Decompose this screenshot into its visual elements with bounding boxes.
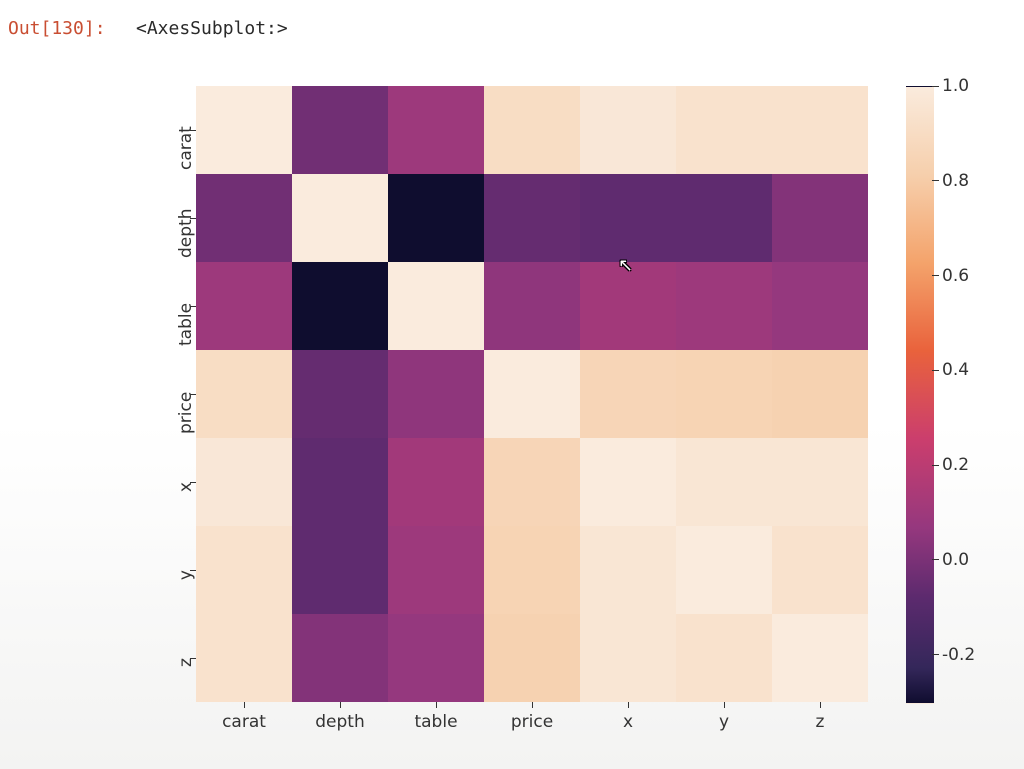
heatmap-cell (676, 526, 772, 614)
heatmap-cell (292, 614, 388, 702)
heatmap-cell (676, 614, 772, 702)
heatmap-cell (388, 262, 484, 350)
colorbar-tick-label: -0.2 (942, 645, 992, 665)
heatmap-cell (580, 262, 676, 350)
heatmap-cell (292, 86, 388, 174)
heatmap-cell (580, 614, 676, 702)
heatmap-cell (388, 350, 484, 438)
colorbar-tick (932, 559, 939, 560)
y-axis-label: carat (176, 130, 196, 170)
heatmap-cell (484, 174, 580, 262)
heatmap-cell (388, 174, 484, 262)
heatmap-cell (580, 86, 676, 174)
heatmap-cell (676, 350, 772, 438)
heatmap-cell (388, 614, 484, 702)
colorbar-tick (932, 465, 939, 466)
heatmap-cell (772, 262, 868, 350)
colorbar-tick (932, 654, 939, 655)
heatmap-cell (484, 262, 580, 350)
x-tick (724, 702, 725, 708)
x-tick (532, 702, 533, 708)
output-prompt: Out[130]: (8, 18, 106, 39)
x-axis-label: table (388, 712, 484, 732)
heatmap-cell (484, 438, 580, 526)
heatmap-cell (676, 86, 772, 174)
heatmap-cell (580, 526, 676, 614)
x-tick (436, 702, 437, 708)
y-axis-label: table (176, 306, 196, 346)
x-axis-label: y (676, 712, 772, 732)
colorbar-tick-label: 0.8 (942, 171, 992, 191)
heatmap-cell (388, 86, 484, 174)
heatmap-cell (484, 614, 580, 702)
colorbar-tick-label: 0.4 (942, 360, 992, 380)
heatmap-cell (676, 262, 772, 350)
colorbar-tick (932, 180, 939, 181)
colorbar (906, 86, 934, 704)
heatmap-cell (484, 526, 580, 614)
heatmap-cell (196, 174, 292, 262)
heatmap-cell (292, 438, 388, 526)
y-axis-label: z (176, 658, 196, 698)
heatmap-cell (388, 438, 484, 526)
heatmap-cell (772, 86, 868, 174)
heatmap-cell (580, 174, 676, 262)
colorbar-tick (932, 275, 939, 276)
colorbar-tick-label: 0.0 (942, 550, 992, 570)
heatmap-cell (772, 350, 868, 438)
x-tick (628, 702, 629, 708)
heatmap-cell (772, 174, 868, 262)
heatmap-cell (580, 350, 676, 438)
heatmap-cell (292, 350, 388, 438)
x-axis-label: carat (196, 712, 292, 732)
heatmap-cell (292, 174, 388, 262)
heatmap-cell (484, 86, 580, 174)
axes-repr-text: <AxesSubplot:> (136, 18, 288, 39)
heatmap-cell (772, 526, 868, 614)
colorbar-tick (932, 86, 939, 87)
heatmap-cell (196, 526, 292, 614)
heatmap-cell (196, 86, 292, 174)
heatmap-cell (292, 262, 388, 350)
x-axis-label: depth (292, 712, 388, 732)
y-axis-label: y (176, 570, 196, 610)
heatmap-cell (196, 350, 292, 438)
y-axis-label: depth (176, 218, 196, 258)
heatmap-cell (676, 438, 772, 526)
x-axis-label: z (772, 712, 868, 732)
colorbar-tick-label: 0.6 (942, 266, 992, 286)
heatmap-cell (772, 438, 868, 526)
heatmap-cell (292, 526, 388, 614)
heatmap-cell (484, 350, 580, 438)
x-axis-label: price (484, 712, 580, 732)
y-axis-label: price (176, 394, 196, 434)
colorbar-tick (932, 370, 939, 371)
x-tick (340, 702, 341, 708)
heatmap-plot (196, 86, 868, 702)
heatmap-cell (196, 614, 292, 702)
heatmap-cell (580, 438, 676, 526)
heatmap-cell (772, 614, 868, 702)
x-tick (820, 702, 821, 708)
x-tick (244, 702, 245, 708)
heatmap-cell (196, 262, 292, 350)
heatmap-cell (676, 174, 772, 262)
x-axis-label: x (580, 712, 676, 732)
colorbar-tick-label: 1.0 (942, 76, 992, 96)
colorbar-tick-label: 0.2 (942, 455, 992, 475)
heatmap-cell (196, 438, 292, 526)
heatmap-cell (388, 526, 484, 614)
y-axis-label: x (176, 482, 196, 522)
